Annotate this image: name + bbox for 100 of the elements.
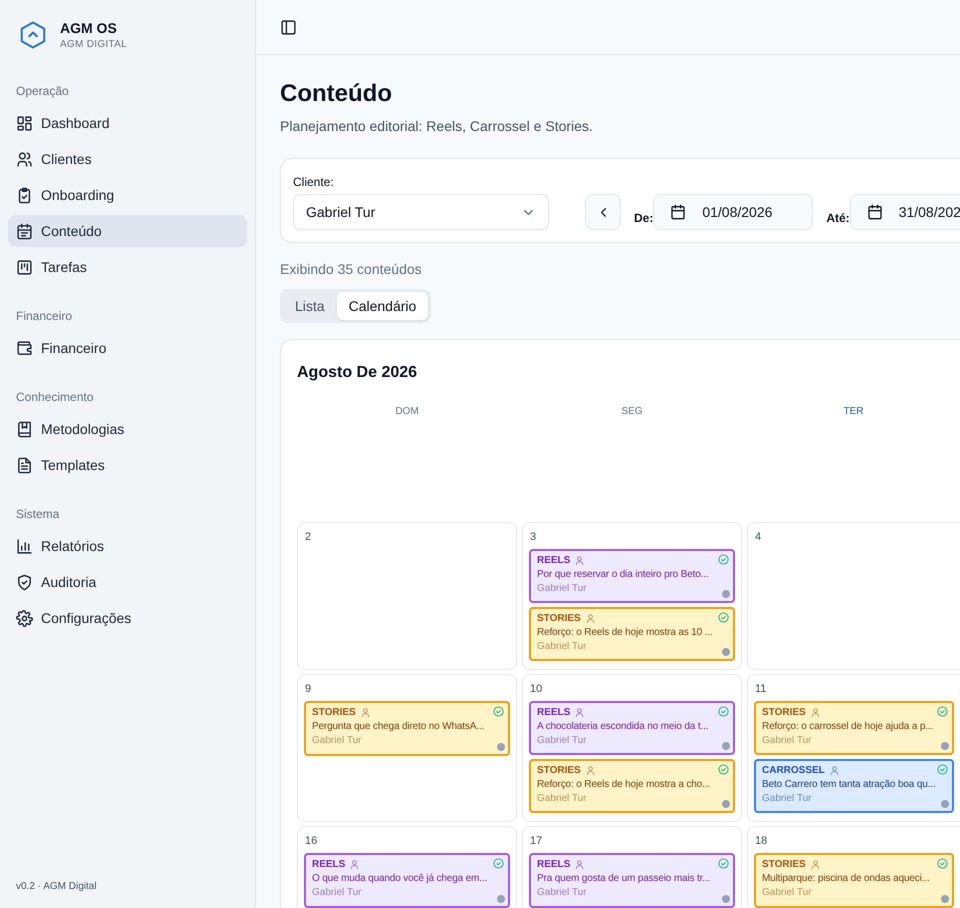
content-card[interactable]: STORIES Multiparque: piscina de ondas aqueci... Gabriel Tur bbox=[754, 853, 954, 908]
check-circle-icon bbox=[718, 612, 729, 623]
day-number: 4 bbox=[755, 531, 762, 543]
date-value: 01/08/2026 bbox=[702, 204, 772, 220]
sidebar-item[interactable]: Conteúdo bbox=[8, 215, 247, 247]
status-dot bbox=[722, 648, 730, 656]
content-title: Beto Carrero tem tanta atração boa qu... bbox=[762, 779, 937, 790]
content-title: O que muda quando você já chega em... bbox=[312, 873, 488, 884]
calendar-icon bbox=[866, 204, 883, 220]
bar-chart-icon bbox=[16, 538, 33, 554]
sidebar-item[interactable]: Templates bbox=[8, 449, 247, 481]
sidebar-item[interactable]: Clientes bbox=[8, 143, 247, 175]
book-icon bbox=[16, 420, 33, 438]
day-number: 10 bbox=[530, 683, 544, 695]
version-text: v0.2 · AGM Digital bbox=[15, 881, 98, 894]
client-name: Gabriel Tur bbox=[312, 735, 362, 746]
status-dot bbox=[722, 895, 730, 903]
sidebar-item[interactable]: Relatórios bbox=[8, 530, 247, 562]
date-value: 31/08/202 bbox=[898, 204, 960, 220]
day-number: 18 bbox=[755, 835, 768, 847]
sidebar-item[interactable]: Tarefas bbox=[8, 251, 247, 283]
client-name: Gabriel Tur bbox=[537, 887, 588, 898]
content-title: Multiparque: piscina de ondas aqueci... bbox=[762, 873, 931, 884]
status-dot bbox=[722, 590, 730, 598]
sidebar-item[interactable]: Financeiro bbox=[8, 332, 247, 364]
client-select[interactable]: Gabriel Tur bbox=[293, 194, 549, 230]
content-card[interactable]: STORIES Reforço: o Reels de hoje mostra a cho... Gabriel Tur bbox=[529, 759, 735, 813]
clipboard-check-icon bbox=[16, 186, 33, 204]
settings-icon bbox=[16, 610, 33, 626]
client-name: Gabriel Tur bbox=[537, 793, 588, 804]
field-label: De: bbox=[634, 211, 654, 225]
weekday-label: TER bbox=[842, 406, 864, 419]
content-card[interactable]: CARROSSEL Beto Carrero tem tanta atração boa qu... Gabriel Tur bbox=[754, 759, 954, 813]
check-circle-icon bbox=[493, 858, 504, 869]
hexagon-logo-icon bbox=[18, 20, 48, 50]
select-value: Gabriel Tur bbox=[306, 204, 376, 220]
check-circle-icon bbox=[718, 706, 729, 717]
status-dot bbox=[722, 742, 730, 750]
page-subtitle: Planejamento editorial: Reels, Carrossel e Stories. bbox=[280, 118, 594, 134]
section-heading: Conhecimento bbox=[15, 390, 94, 406]
status-dot bbox=[941, 895, 949, 903]
page-title: Conteúdo bbox=[280, 80, 393, 108]
client-name: Gabriel Tur bbox=[762, 735, 812, 746]
sidebar-item[interactable]: Onboarding bbox=[8, 179, 247, 211]
wallet-icon bbox=[16, 340, 33, 356]
user-icon bbox=[810, 859, 821, 870]
user-icon bbox=[574, 859, 586, 870]
check-circle-icon bbox=[937, 706, 948, 717]
user-icon bbox=[828, 765, 840, 776]
kanban-icon bbox=[16, 258, 33, 276]
status-dot bbox=[941, 800, 949, 808]
client-name: Gabriel Tur bbox=[537, 641, 588, 652]
sidebar-item[interactable]: Metodologias bbox=[8, 413, 247, 445]
user-icon bbox=[574, 707, 586, 718]
content-type: STORIES bbox=[312, 707, 356, 718]
user-icon bbox=[574, 555, 586, 566]
content-card[interactable]: REELS Pra quem gosta de um passeio mais tr... Gabriel Tur bbox=[529, 853, 735, 908]
content-card[interactable]: REELS O que muda quando você já chega em... Gabriel Tur bbox=[304, 853, 510, 908]
client-name: Gabriel Tur bbox=[762, 793, 812, 804]
date-field[interactable]: 01/08/2026 bbox=[653, 194, 814, 230]
view-tab[interactable]: Lista bbox=[283, 292, 337, 320]
company-name: AGM DIGITAL bbox=[60, 39, 128, 50]
status-dot bbox=[941, 742, 949, 750]
check-circle-icon bbox=[937, 764, 948, 775]
shield-check-icon bbox=[16, 574, 33, 590]
content-title: Reforço: o Reels de hoje mostra as 10 ... bbox=[537, 627, 714, 638]
content-type: REELS bbox=[537, 555, 570, 566]
content-card[interactable]: REELS A chocolateria escondida no meio da t... Gabriel Tur bbox=[529, 701, 735, 755]
check-circle-icon bbox=[718, 554, 729, 565]
field-label: Cliente: bbox=[293, 175, 335, 189]
users-icon bbox=[16, 150, 33, 168]
section-heading: Sistema bbox=[15, 507, 60, 523]
app-name: AGM OS bbox=[60, 20, 118, 36]
day-number: 9 bbox=[305, 683, 312, 695]
field-label: Até: bbox=[826, 211, 850, 225]
view-tab[interactable]: Calendário bbox=[336, 292, 428, 320]
status-dot bbox=[497, 743, 505, 751]
calendar-title: Agosto De 2026 bbox=[297, 364, 418, 382]
content-type: STORIES bbox=[762, 859, 806, 870]
section-heading: Financeiro bbox=[15, 309, 74, 325]
client-name: Gabriel Tur bbox=[537, 735, 588, 746]
content-type: STORIES bbox=[537, 765, 581, 776]
day-number: 17 bbox=[530, 835, 544, 847]
sidebar-item[interactable]: Auditoria bbox=[8, 566, 247, 598]
sidebar-item[interactable]: Dashboard bbox=[8, 107, 247, 139]
content-title: Por que reservar o dia inteiro pro Beto... bbox=[537, 569, 710, 580]
content-type: CARROSSEL bbox=[762, 765, 825, 776]
user-icon bbox=[360, 707, 371, 718]
content-card[interactable]: STORIES Pergunta que chega direto no WhatsA... Gabriel Tur bbox=[304, 701, 510, 756]
day-number: 16 bbox=[305, 835, 318, 847]
content-type: REELS bbox=[312, 859, 346, 870]
content-card[interactable]: REELS Por que reservar o dia inteiro pro Beto... Gabriel Tur bbox=[529, 549, 735, 603]
calendar-icon bbox=[16, 222, 33, 240]
date-field[interactable]: 31/08/202 bbox=[850, 194, 960, 230]
content-card[interactable]: STORIES Reforço: o carrossel de hoje ajuda a p... Gabriel Tur bbox=[754, 701, 954, 755]
sidebar-item[interactable]: Configurações bbox=[8, 602, 247, 634]
content-card[interactable]: STORIES Reforço: o Reels de hoje mostra as 10 ... Gabriel Tur bbox=[529, 607, 735, 661]
check-circle-icon bbox=[493, 706, 504, 717]
content-type: STORIES bbox=[762, 707, 806, 718]
content-title: Reforço: o Reels de hoje mostra a cho... bbox=[537, 779, 711, 790]
